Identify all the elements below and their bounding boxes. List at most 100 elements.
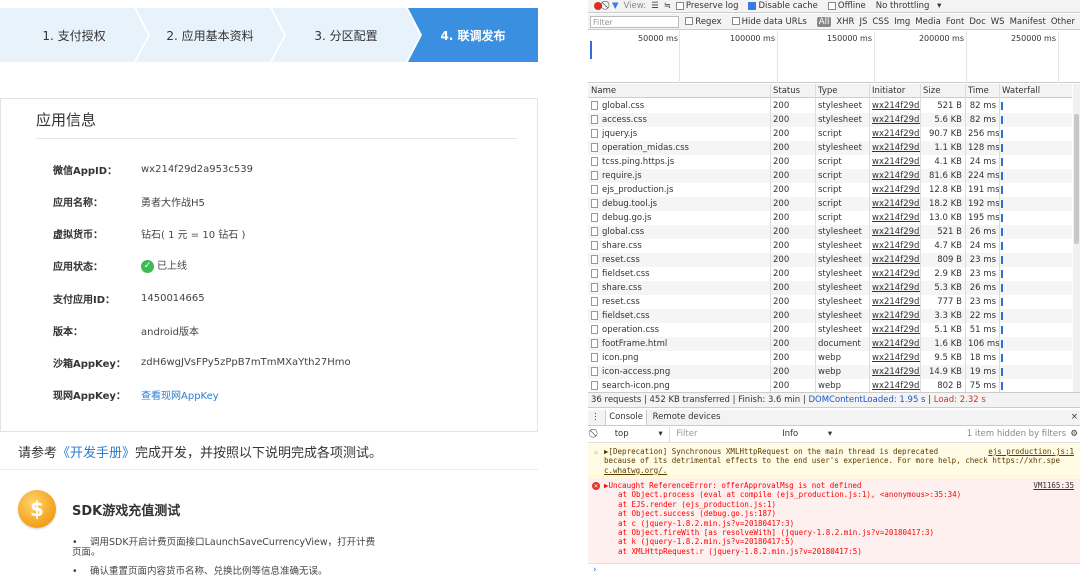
gear-icon[interactable]: ⚙ (1070, 427, 1078, 442)
filter-doc[interactable]: Doc (969, 17, 985, 27)
level-select[interactable]: Info ▾ (782, 427, 832, 442)
filter-ws[interactable]: WS (991, 17, 1005, 27)
cell-initiator[interactable]: wx214f29d... (869, 197, 920, 211)
preserve-log-label: Preserve log (685, 1, 739, 11)
step-1[interactable]: 1. 支付授权 (0, 8, 148, 62)
filter-img[interactable]: Img (894, 17, 910, 27)
cell-status: 200 (770, 169, 815, 183)
close-icon[interactable]: × (1071, 410, 1078, 425)
cell-initiator[interactable]: wx214f29d... (869, 127, 920, 141)
filter-media[interactable]: Media (915, 17, 941, 27)
preserve-log-checkbox[interactable]: Preserve log (675, 1, 744, 11)
cell-initiator[interactable]: wx214f29d... (869, 281, 920, 295)
cell-initiator[interactable]: wx214f29d... (869, 99, 920, 113)
cell-initiator[interactable]: wx214f29d... (869, 225, 920, 239)
stack-frame[interactable]: at k (jquery-1.8.2.min.js?v=20180417:5) (604, 537, 1074, 546)
stack-frame[interactable]: at Object.success (debug.go.js:187) (604, 509, 1074, 518)
col-status[interactable]: Status (770, 84, 815, 97)
file-icon (591, 157, 598, 166)
scroll-thumb[interactable] (1074, 114, 1079, 244)
overview-icon[interactable]: ≒ (664, 1, 671, 11)
error-message[interactable]: × ▶Uncaught ReferenceError: offerApprova… (588, 478, 1080, 564)
step-4[interactable]: 4. 联调发布 (408, 8, 538, 62)
table-scrollbar[interactable] (1073, 84, 1080, 392)
cell-initiator[interactable]: wx214f29d... (869, 141, 920, 155)
cell-status: 200 (770, 127, 815, 141)
cell-initiator[interactable]: wx214f29d... (869, 253, 920, 267)
filter-icon[interactable]: ▼ (612, 1, 619, 11)
disable-cache-checkbox[interactable]: Disable cache (748, 1, 822, 11)
col-name[interactable]: Name (588, 84, 770, 97)
instruction-note: 请参考《开发手册》完成开发，并按照以下说明完成各项测试。 (18, 442, 382, 461)
cell-initiator[interactable]: wx214f29d... (869, 295, 920, 309)
warning-message[interactable]: ⚠ ▶[Deprecation] Synchronous XMLHttpRequ… (588, 444, 1080, 477)
record-icon[interactable] (594, 2, 602, 10)
filter-other[interactable]: Other (1051, 17, 1075, 27)
cell-initiator[interactable]: wx214f29d... (869, 351, 920, 365)
filter-xhr[interactable]: XHR (836, 17, 854, 27)
regex-checkbox[interactable]: Regex (685, 17, 726, 27)
filter-font[interactable]: Font (946, 17, 965, 27)
type-text: stylesheet (818, 143, 862, 153)
cell-initiator[interactable]: wx214f29d... (869, 365, 920, 379)
col-time[interactable]: Time (965, 84, 999, 97)
pane-divider[interactable] (576, 0, 588, 578)
col-type[interactable]: Type (815, 84, 869, 97)
filter-js[interactable]: JS (859, 17, 867, 27)
tab-remote-devices[interactable]: Remote devices (650, 410, 724, 425)
step-3[interactable]: 3. 分区配置 (272, 8, 420, 62)
stack-frame[interactable]: at Object.fireWith [as resolveWith] (jqu… (604, 528, 1074, 537)
cell-initiator[interactable]: wx214f29d... (869, 183, 920, 197)
filter-css[interactable]: CSS (872, 17, 889, 27)
col-waterfall[interactable]: Waterfall (999, 84, 1072, 97)
name-text: fieldset.css (602, 311, 650, 321)
file-icon (591, 269, 598, 278)
col-size[interactable]: Size (920, 84, 965, 97)
col-initiator[interactable]: Initiator (869, 84, 920, 97)
throttling-select[interactable]: No throttling ▾ (876, 1, 942, 11)
filter-input[interactable]: Filter (590, 15, 680, 28)
waterfall-bar (1001, 172, 1003, 180)
block-icon[interactable]: ⃠ (588, 427, 602, 442)
cell-initiator[interactable]: wx214f29d... (869, 267, 920, 281)
warning-source-link[interactable]: ejs_production.js:1 (988, 447, 1074, 456)
cell-initiator[interactable]: wx214f29d... (869, 379, 920, 393)
stack-frame[interactable]: at Object.process (eval at compile (ejs_… (604, 490, 1074, 499)
offline-checkbox[interactable]: Offline (827, 1, 871, 11)
context-select[interactable]: top ▾ (605, 427, 667, 442)
hide-data-urls-checkbox[interactable]: Hide data URLs (731, 16, 812, 27)
hide-data-urls-label: Hide data URLs (741, 16, 807, 27)
cell-initiator[interactable]: wx214f29d... (869, 323, 920, 337)
console-prompt[interactable]: › (592, 565, 597, 575)
tab-console[interactable]: Console (605, 410, 647, 425)
name-text: reset.css (602, 255, 640, 265)
type-text: script (818, 185, 842, 195)
type-text: stylesheet (818, 311, 862, 321)
waterfall-bar (1001, 312, 1003, 320)
step-2[interactable]: 2. 应用基本资料 (136, 8, 284, 62)
filter-all[interactable]: All (816, 16, 832, 27)
view-live-key-link[interactable]: 查看现网AppKey (141, 387, 219, 402)
cell-initiator[interactable]: wx214f29d... (869, 309, 920, 323)
cell-initiator[interactable]: wx214f29d... (869, 113, 920, 127)
drawer-menu-icon[interactable]: ⋮ (588, 410, 603, 425)
stack-frame[interactable]: at XMLHttpRequest.r (jquery-1.8.2.min.js… (604, 547, 1074, 556)
stack-frame[interactable]: at EJS.render (ejs_production.js:1) (604, 500, 1074, 509)
name-text: global.css (602, 101, 645, 111)
cell-initiator[interactable]: wx214f29d... (869, 169, 920, 183)
error-source-link[interactable]: VM1165:35 (1033, 481, 1074, 490)
cell-initiator[interactable]: wx214f29d... (869, 155, 920, 169)
cell-initiator[interactable]: wx214f29d... (869, 211, 920, 225)
cell-initiator[interactable]: wx214f29d... (869, 239, 920, 253)
dev-manual-link[interactable]: 《开发手册》 (57, 446, 135, 461)
file-icon (591, 171, 598, 180)
status-text: 200 (773, 381, 790, 391)
waterfall-bar (1001, 186, 1003, 194)
cell-initiator[interactable]: wx214f29d... (869, 337, 920, 351)
network-overview[interactable]: 50000 ms 100000 ms 150000 ms 200000 ms 2… (588, 31, 1080, 83)
stack-frame[interactable]: at c (jquery-1.8.2.min.js?v=20180417:3) (604, 519, 1074, 528)
cell-status: 200 (770, 141, 815, 155)
filter-manifest[interactable]: Manifest (1010, 17, 1046, 27)
list-view-icon[interactable]: ☰ (651, 1, 659, 11)
console-filter-input[interactable]: Filter (669, 427, 779, 442)
